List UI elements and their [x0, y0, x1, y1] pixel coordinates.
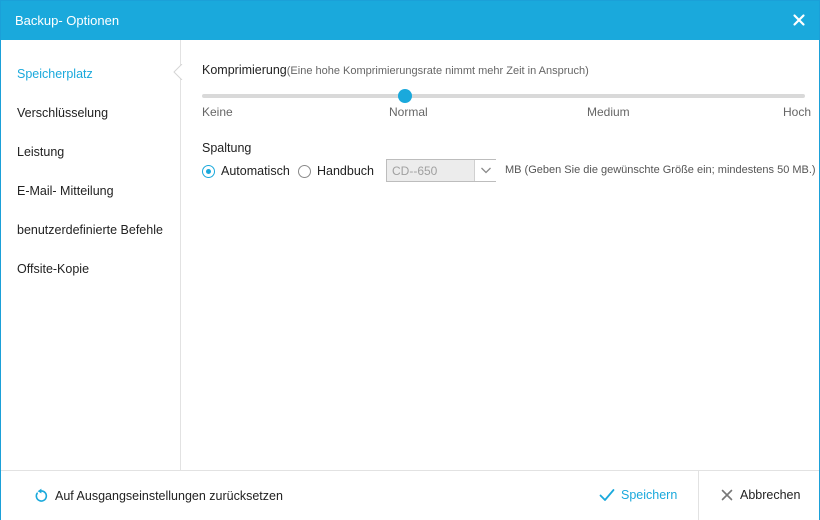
radio-handbuch-label: Handbuch [317, 164, 374, 178]
reset-icon [35, 488, 48, 502]
radio-automatisch[interactable]: Automatisch [202, 163, 290, 179]
backup-options-dialog: Backup- Optionen Speicherplatz Verschlüs… [0, 0, 820, 520]
footer-divider [698, 471, 699, 520]
compression-level-keine: Keine [202, 105, 233, 119]
compression-heading: Komprimierung(Eine hohe Komprimierungsra… [202, 63, 589, 77]
split-size-value: CD--650 [392, 164, 438, 178]
settings-panel: Komprimierung(Eine hohe Komprimierungsra… [182, 40, 819, 470]
sidebar-item-speicherplatz[interactable]: Speicherplatz [17, 67, 93, 81]
radio-handbuch[interactable]: Handbuch [298, 163, 374, 179]
compression-slider-track[interactable] [202, 94, 805, 98]
sidebar-item-verschluesselung[interactable]: Verschlüsselung [17, 106, 108, 120]
checkmark-icon [599, 489, 615, 501]
sidebar-item-email-mitteilung[interactable]: E-Mail- Mitteilung [17, 184, 114, 198]
save-label: Speichern [621, 488, 678, 502]
compression-level-medium: Medium [587, 105, 630, 119]
footer-bar: Auf Ausgangseinstellungen zurücksetzen S… [1, 470, 819, 520]
cancel-label: Abbrechen [740, 488, 801, 502]
sidebar-item-benutzerdefinierte-befehle[interactable]: benutzerdefinierte Befehle [17, 223, 163, 237]
radio-handbuch-indicator[interactable] [298, 164, 311, 178]
title-bar: Backup- Optionen [1, 1, 819, 40]
close-icon[interactable] [789, 10, 809, 30]
compression-hint: (Eine hohe Komprimierungsrate nimmt mehr… [286, 65, 589, 77]
compression-label: Komprimierung [202, 63, 287, 77]
split-size-select[interactable]: CD--650 [386, 159, 496, 182]
cancel-button[interactable]: Abbrechen [720, 488, 800, 502]
radio-automatisch-label: Automatisch [221, 164, 290, 178]
chevron-down-icon[interactable] [474, 160, 496, 181]
compression-slider-thumb[interactable] [398, 89, 412, 103]
sidebar-item-offsite-kopie[interactable]: Offsite-Kopie [17, 262, 89, 276]
split-size-hint: MB (Geben Sie die gewünschte Größe ein; … [505, 164, 816, 176]
compression-level-normal: Normal [389, 105, 428, 119]
split-heading: Spaltung [202, 141, 252, 155]
sidebar-item-leistung[interactable]: Leistung [17, 145, 64, 159]
reset-defaults-button[interactable]: Auf Ausgangseinstellungen zurücksetzen [33, 488, 283, 504]
radio-automatisch-indicator[interactable] [202, 164, 215, 178]
close-icon [721, 489, 733, 501]
dialog-title: Backup- Optionen [15, 13, 120, 28]
reset-defaults-label: Auf Ausgangseinstellungen zurücksetzen [55, 489, 283, 503]
save-button[interactable]: Speichern [599, 488, 677, 502]
compression-level-hoch: Hoch [783, 105, 812, 119]
sidebar: Speicherplatz Verschlüsselung Leistung E… [1, 40, 183, 470]
